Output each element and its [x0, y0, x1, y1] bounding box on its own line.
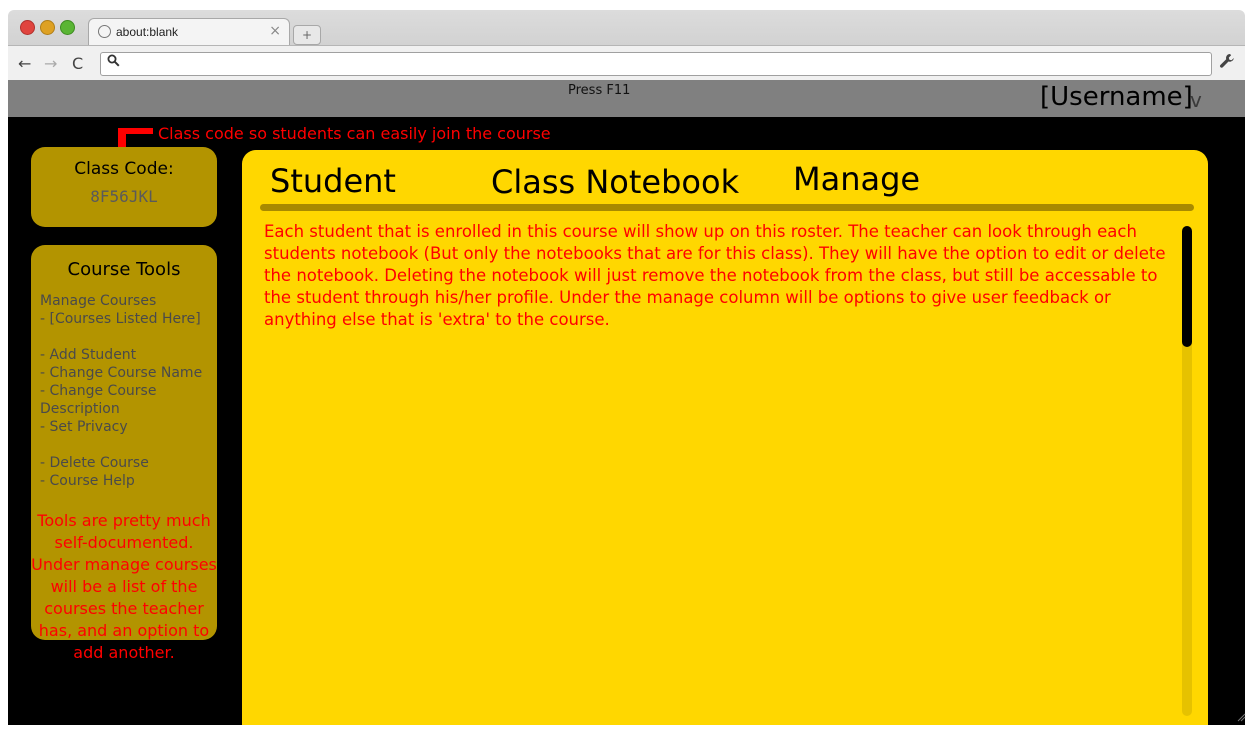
class-code-annotation: Class code so students can easily join t… — [158, 124, 551, 143]
class-code-panel: Class Code: 8F56JKL — [31, 147, 217, 227]
page-content: Press F11 [Username] v Class code so stu… — [8, 80, 1245, 725]
class-code-label: Class Code: — [74, 159, 174, 179]
tool-delete-course[interactable]: - Delete Course — [40, 454, 220, 472]
roster-description: Each student that is enrolled in this co… — [264, 222, 1166, 329]
tool-change-course-description[interactable]: - Change Course — [40, 382, 220, 400]
username-menu[interactable]: [Username] — [1040, 82, 1193, 112]
search-icon — [107, 54, 120, 71]
address-bar[interactable] — [100, 52, 1212, 76]
app-header: Press F11 [Username] v — [8, 80, 1245, 117]
tab-close-icon[interactable]: × — [269, 23, 281, 39]
back-arrow-icon[interactable]: ← — [18, 54, 31, 73]
tools-spacer — [40, 328, 220, 346]
column-header-class-notebook: Class Notebook — [491, 163, 740, 201]
browser-tab[interactable]: about:blank × — [88, 18, 290, 46]
new-tab-button[interactable]: + — [293, 25, 321, 45]
header-divider — [260, 204, 1194, 211]
class-code-value: 8F56JKL — [90, 187, 158, 206]
tools-annotation: Tools are pretty much self-documented. U… — [31, 511, 217, 662]
chevron-down-icon[interactable]: v — [1190, 88, 1202, 112]
maximize-window-button[interactable] — [60, 20, 75, 35]
column-header-student: Student — [270, 162, 396, 200]
close-window-button[interactable] — [20, 20, 35, 35]
course-tools-title: Course Tools — [67, 259, 181, 280]
tool-add-student[interactable]: - Add Student — [40, 346, 220, 364]
course-tools-list: Manage Courses - [Courses Listed Here] -… — [40, 292, 220, 490]
tool-manage-courses[interactable]: Manage Courses — [40, 292, 220, 310]
reload-icon[interactable]: C — [72, 54, 83, 73]
scrollbar-thumb[interactable] — [1182, 226, 1192, 347]
globe-icon — [98, 25, 111, 38]
tool-course-help[interactable]: - Course Help — [40, 472, 220, 490]
forward-arrow-icon[interactable]: → — [44, 54, 57, 73]
tool-change-course-description-cont[interactable]: Description — [40, 400, 220, 418]
tool-change-course-name[interactable]: - Change Course Name — [40, 364, 220, 382]
fullscreen-hint: Press F11 — [568, 83, 631, 98]
browser-window: about:blank × + ← → C — [8, 10, 1245, 81]
minimize-window-button[interactable] — [40, 20, 55, 35]
column-header-manage: Manage — [793, 160, 921, 198]
tool-courses-listed[interactable]: - [Courses Listed Here] — [40, 310, 220, 328]
browser-toolbar: ← → C — [8, 45, 1245, 81]
wrench-icon[interactable] — [1219, 53, 1235, 73]
tool-set-privacy[interactable]: - Set Privacy — [40, 418, 220, 436]
tab-title: about:blank — [116, 25, 179, 39]
roster-panel: Student Class Notebook Manage Each stude… — [242, 150, 1208, 725]
resize-grip-icon[interactable] — [1236, 712, 1246, 722]
tools-spacer — [40, 436, 220, 454]
